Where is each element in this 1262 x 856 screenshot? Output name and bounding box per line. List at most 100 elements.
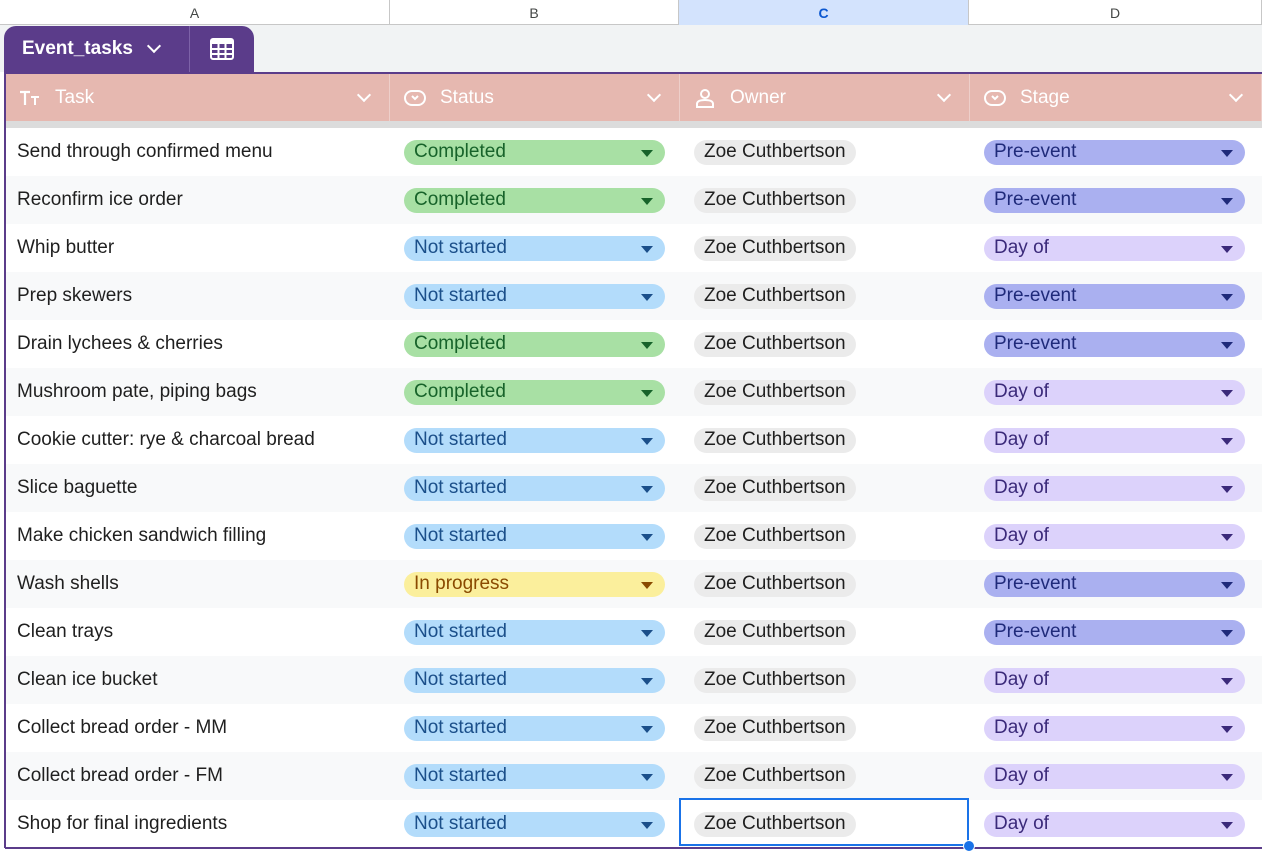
table-row[interactable]: Whip butter Not started Zoe Cuthbertson …: [5, 224, 1262, 272]
stage-chip[interactable]: Day of: [984, 475, 1245, 501]
stage-chip[interactable]: Pre-event: [984, 139, 1245, 165]
owner-chip[interactable]: Zoe Cuthbertson: [694, 427, 856, 453]
header-stage[interactable]: Stage: [970, 74, 1262, 121]
stage-cell[interactable]: Pre-event: [970, 608, 1262, 656]
owner-cell[interactable]: Zoe Cuthbertson: [680, 272, 970, 320]
task-cell[interactable]: Whip butter: [5, 224, 390, 272]
status-cell[interactable]: In progress: [390, 560, 680, 608]
stage-cell[interactable]: Pre-event: [970, 176, 1262, 224]
stage-chip[interactable]: Pre-event: [984, 331, 1245, 357]
status-chip[interactable]: Not started: [404, 427, 665, 453]
table-row[interactable]: Cookie cutter: rye & charcoal bread Not …: [5, 416, 1262, 464]
task-cell[interactable]: Send through confirmed menu: [5, 128, 390, 176]
chevron-down-icon[interactable]: [646, 87, 662, 103]
chevron-down-icon[interactable]: [1228, 87, 1244, 103]
owner-cell[interactable]: Zoe Cuthbertson: [680, 608, 970, 656]
stage-cell[interactable]: Day of: [970, 656, 1262, 704]
table-view-button[interactable]: [190, 26, 254, 72]
owner-cell[interactable]: Zoe Cuthbertson: [680, 704, 970, 752]
table-row[interactable]: Slice baguette Not started Zoe Cuthberts…: [5, 464, 1262, 512]
stage-chip[interactable]: Day of: [984, 523, 1245, 549]
status-cell[interactable]: Completed: [390, 368, 680, 416]
status-chip[interactable]: Completed: [404, 379, 665, 405]
stage-chip[interactable]: Day of: [984, 763, 1245, 789]
task-cell[interactable]: Reconfirm ice order: [5, 176, 390, 224]
stage-cell[interactable]: Pre-event: [970, 272, 1262, 320]
status-cell[interactable]: Not started: [390, 800, 680, 848]
owner-chip[interactable]: Zoe Cuthbertson: [694, 667, 856, 693]
table-row[interactable]: Wash shells In progress Zoe Cuthbertson …: [5, 560, 1262, 608]
status-cell[interactable]: Not started: [390, 704, 680, 752]
owner-cell[interactable]: Zoe Cuthbertson: [680, 368, 970, 416]
column-letter-b[interactable]: B: [390, 0, 679, 25]
stage-cell[interactable]: Day of: [970, 752, 1262, 800]
stage-cell[interactable]: Day of: [970, 224, 1262, 272]
stage-chip[interactable]: Day of: [984, 427, 1245, 453]
status-chip[interactable]: Not started: [404, 619, 665, 645]
table-row[interactable]: Drain lychees & cherries Completed Zoe C…: [5, 320, 1262, 368]
stage-cell[interactable]: Day of: [970, 800, 1262, 848]
status-chip[interactable]: Not started: [404, 475, 665, 501]
header-owner[interactable]: Owner: [680, 74, 970, 121]
table-row[interactable]: Collect bread order - FM Not started Zoe…: [5, 752, 1262, 800]
header-task[interactable]: Task: [5, 74, 390, 121]
status-cell[interactable]: Not started: [390, 608, 680, 656]
task-cell[interactable]: Make chicken sandwich filling: [5, 512, 390, 560]
stage-chip[interactable]: Day of: [984, 379, 1245, 405]
stage-cell[interactable]: Day of: [970, 464, 1262, 512]
status-chip[interactable]: Completed: [404, 331, 665, 357]
stage-cell[interactable]: Pre-event: [970, 128, 1262, 176]
task-cell[interactable]: Wash shells: [5, 560, 390, 608]
table-row[interactable]: Send through confirmed menu Completed Zo…: [5, 128, 1262, 176]
owner-cell[interactable]: Zoe Cuthbertson: [680, 512, 970, 560]
stage-cell[interactable]: Day of: [970, 704, 1262, 752]
owner-chip[interactable]: Zoe Cuthbertson: [694, 235, 856, 261]
owner-chip[interactable]: Zoe Cuthbertson: [694, 523, 856, 549]
status-chip[interactable]: Not started: [404, 667, 665, 693]
owner-chip[interactable]: Zoe Cuthbertson: [694, 715, 856, 741]
owner-chip[interactable]: Zoe Cuthbertson: [694, 379, 856, 405]
header-status[interactable]: Status: [390, 74, 680, 121]
owner-cell[interactable]: Zoe Cuthbertson: [680, 656, 970, 704]
task-cell[interactable]: Drain lychees & cherries: [5, 320, 390, 368]
table-row[interactable]: Collect bread order - MM Not started Zoe…: [5, 704, 1262, 752]
status-cell[interactable]: Not started: [390, 272, 680, 320]
status-chip[interactable]: Not started: [404, 235, 665, 261]
owner-chip[interactable]: Zoe Cuthbertson: [694, 763, 856, 789]
status-cell[interactable]: Not started: [390, 752, 680, 800]
owner-cell[interactable]: Zoe Cuthbertson: [680, 224, 970, 272]
status-cell[interactable]: Not started: [390, 416, 680, 464]
stage-chip[interactable]: Day of: [984, 811, 1245, 837]
status-cell[interactable]: Completed: [390, 176, 680, 224]
owner-cell[interactable]: Zoe Cuthbertson: [680, 176, 970, 224]
stage-chip[interactable]: Day of: [984, 235, 1245, 261]
task-cell[interactable]: Clean trays: [5, 608, 390, 656]
task-cell[interactable]: Slice baguette: [5, 464, 390, 512]
stage-cell[interactable]: Day of: [970, 512, 1262, 560]
table-row[interactable]: Mushroom pate, piping bags Completed Zoe…: [5, 368, 1262, 416]
status-cell[interactable]: Completed: [390, 128, 680, 176]
owner-chip[interactable]: Zoe Cuthbertson: [694, 187, 856, 213]
status-chip[interactable]: Not started: [404, 283, 665, 309]
chevron-down-icon[interactable]: [936, 87, 952, 103]
task-cell[interactable]: Prep skewers: [5, 272, 390, 320]
status-cell[interactable]: Completed: [390, 320, 680, 368]
status-cell[interactable]: Not started: [390, 512, 680, 560]
table-row[interactable]: Clean trays Not started Zoe Cuthbertson …: [5, 608, 1262, 656]
stage-chip[interactable]: Pre-event: [984, 571, 1245, 597]
status-chip[interactable]: In progress: [404, 571, 665, 597]
stage-cell[interactable]: Day of: [970, 416, 1262, 464]
table-row[interactable]: Clean ice bucket Not started Zoe Cuthber…: [5, 656, 1262, 704]
status-chip[interactable]: Not started: [404, 811, 665, 837]
table-row[interactable]: Reconfirm ice order Completed Zoe Cuthbe…: [5, 176, 1262, 224]
task-cell[interactable]: Shop for final ingredients: [5, 800, 390, 848]
owner-chip[interactable]: Zoe Cuthbertson: [694, 571, 856, 597]
task-cell[interactable]: Collect bread order - FM: [5, 752, 390, 800]
owner-cell[interactable]: Zoe Cuthbertson: [680, 128, 970, 176]
owner-cell[interactable]: Zoe Cuthbertson: [680, 464, 970, 512]
task-cell[interactable]: Clean ice bucket: [5, 656, 390, 704]
column-letter-d[interactable]: D: [969, 0, 1262, 25]
stage-chip[interactable]: Day of: [984, 667, 1245, 693]
stage-chip[interactable]: Pre-event: [984, 187, 1245, 213]
stage-chip[interactable]: Pre-event: [984, 619, 1245, 645]
